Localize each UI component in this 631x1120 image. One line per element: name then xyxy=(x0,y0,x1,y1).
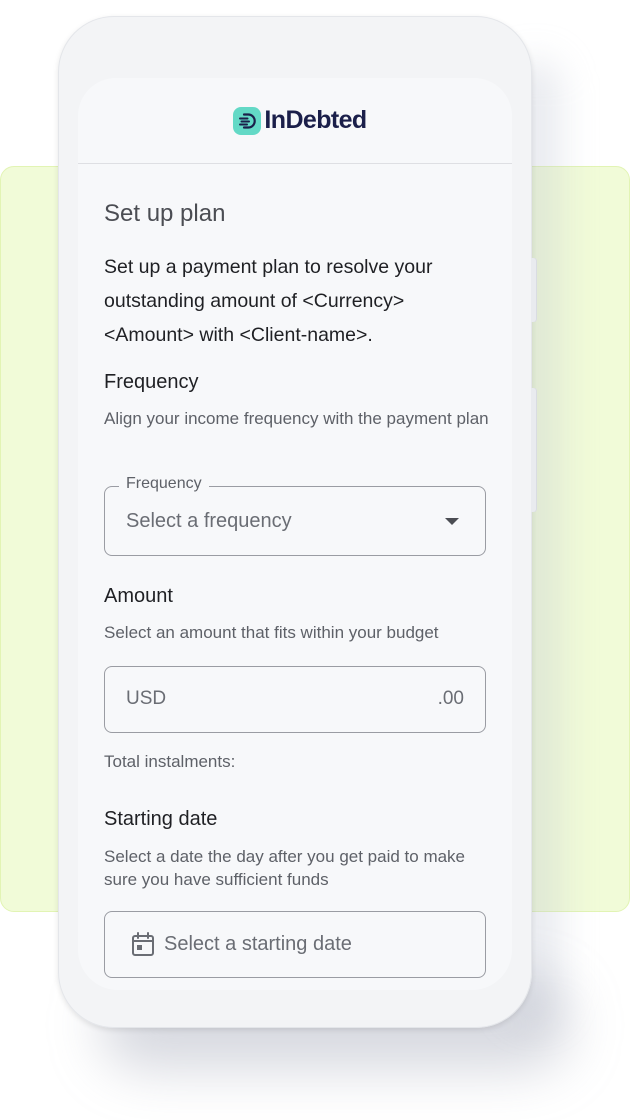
amount-decimals-suffix: .00 xyxy=(437,688,464,709)
app-header: InDebted xyxy=(78,78,512,164)
phone-volume-button xyxy=(531,258,537,322)
indebted-logo[interactable]: InDebted xyxy=(233,106,367,135)
frequency-field-label: Frequency xyxy=(119,475,209,493)
frequency-select[interactable]: Frequency Select a frequency xyxy=(104,475,486,556)
app-screen: InDebted Set up plan Set up a payment pl… xyxy=(78,78,512,990)
indebted-logo-mark-icon xyxy=(233,106,262,135)
starting-date-description: Select a date the day after you get paid… xyxy=(104,847,466,889)
amount-description: Select an amount that fits within your b… xyxy=(104,623,439,642)
amount-input[interactable]: USD .00 xyxy=(104,666,486,733)
amount-section-title: Amount xyxy=(104,585,173,607)
chevron-down-icon[interactable] xyxy=(445,518,459,525)
starting-date-value: Select a starting date xyxy=(164,933,352,955)
logo-text: InDebted xyxy=(264,106,367,134)
starting-date-picker[interactable]: Select a starting date xyxy=(104,911,486,978)
plan-intro-text: Set up a payment plan to resolve your ou… xyxy=(104,256,433,346)
phone-power-button xyxy=(531,388,537,512)
frequency-select-value: Select a frequency xyxy=(126,510,292,532)
amount-currency-prefix: USD xyxy=(126,688,167,709)
calendar-icon xyxy=(131,932,155,962)
frequency-section-title: Frequency xyxy=(104,371,199,393)
total-instalments-label: Total instalments: xyxy=(104,752,236,771)
page-title: Set up plan xyxy=(104,200,226,227)
starting-date-section-title: Starting date xyxy=(104,808,218,830)
frequency-description: Align your income frequency with the pay… xyxy=(104,409,489,428)
